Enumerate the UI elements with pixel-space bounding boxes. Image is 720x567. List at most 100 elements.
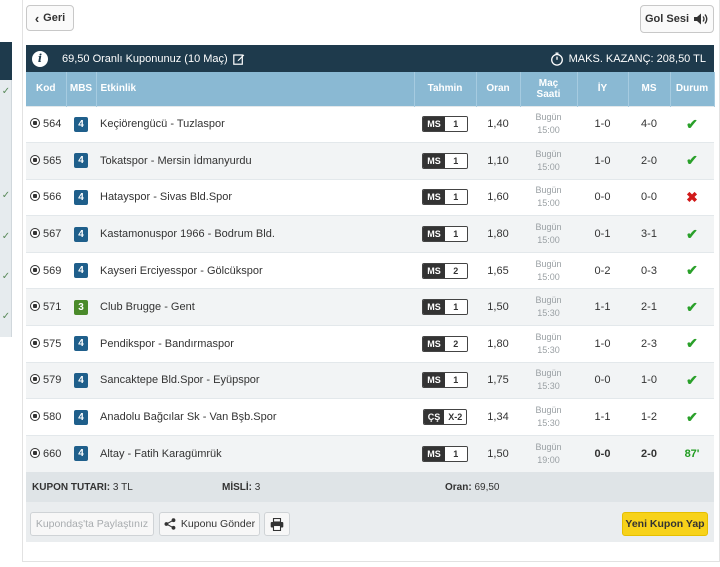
share-kupondas-label: Kupondaş'ta Paylaştınız <box>35 518 149 530</box>
cell-event[interactable]: Altay - Fatih Karagümrük <box>96 434 414 472</box>
status-check-icon: ✔ <box>686 115 698 132</box>
cell-halftime-score: 1-1 <box>577 398 628 436</box>
cell-status: 87' <box>670 434 714 472</box>
match-hour: 15:30 <box>537 418 560 429</box>
cell-tahmin: MS 1 <box>414 105 476 143</box>
bet-value: 1 <box>444 300 467 315</box>
status-cross-icon: ✖ <box>686 188 698 205</box>
edit-icon[interactable] <box>232 53 245 65</box>
bet-type: MS <box>423 190 445 205</box>
info-icon[interactable]: i <box>32 50 48 67</box>
cell-fulltime-score: 1-0 <box>628 361 670 399</box>
side-panel-tab[interactable] <box>0 42 12 80</box>
cell-mbs: 4 <box>66 251 96 289</box>
col-event: Etkinlik <box>96 72 415 106</box>
football-icon <box>30 264 40 275</box>
cell-odds: 1,50 <box>476 288 520 326</box>
match-day: Bugün <box>535 185 562 196</box>
cell-fulltime-score: 3-1 <box>628 215 670 253</box>
coupon-title: 69,50 Oranlı Kuponunuz (10 Maç) <box>62 52 228 65</box>
cell-odds: 1,80 <box>476 325 520 363</box>
bet-type: MS <box>423 263 445 278</box>
cell-mbs: 4 <box>66 105 96 143</box>
cell-event[interactable]: Keçiörengücü - Tuzlaspor <box>96 105 414 143</box>
match-code: 660 <box>43 447 62 460</box>
col-iy: İY <box>577 72 629 106</box>
cell-event[interactable]: Tokatspor - Mersin İdmanyurdu <box>96 142 414 180</box>
table-row: 580 4 Anadolu Bağcılar Sk - Van Bşb.Spor ÇŞ… <box>26 398 714 436</box>
match-day: Bugün <box>535 405 562 416</box>
back-button[interactable]: ‹ Geri <box>26 5 74 31</box>
cell-tahmin: MS 2 <box>414 251 476 289</box>
coupon-summary: KUPON TUTARI: 3 TL MİSLİ: 3 Oran: 69,50 <box>26 472 714 502</box>
cell-odds: 1,75 <box>476 361 520 399</box>
match-code: 567 <box>43 228 62 241</box>
football-icon <box>30 228 40 239</box>
cell-event[interactable]: Sancaktepe Bld.Spor - Eyüpspor <box>96 361 414 399</box>
col-mbs: MBS <box>66 72 97 106</box>
cell-mbs: 4 <box>66 325 96 363</box>
match-hour: 15:00 <box>537 161 560 172</box>
bet-type: MS <box>423 336 445 351</box>
match-code: 564 <box>43 118 62 131</box>
cell-code: 567 <box>26 215 66 253</box>
bet-value: 1 <box>444 117 467 132</box>
mbs-badge: 4 <box>74 263 88 279</box>
mbs-badge: 4 <box>74 446 88 462</box>
bet-chip: MS 2 <box>422 262 468 279</box>
coupon-footer: Kupondaş'ta Paylaştınız Kuponu Gönder Ye… <box>26 502 714 542</box>
cell-event[interactable]: Pendikspor - Bandırmaspor <box>96 325 414 363</box>
bet-type: MS <box>423 446 445 461</box>
cell-event[interactable]: Club Brugge - Gent <box>96 288 414 326</box>
col-code: Kod <box>26 72 67 106</box>
print-button[interactable] <box>264 512 290 536</box>
cell-event[interactable]: Kayseri Erciyesspor - Gölcükspor <box>96 251 414 289</box>
send-coupon-button[interactable]: Kuponu Gönder <box>159 512 260 536</box>
cell-match-time: Bugün 15:00 <box>520 215 577 253</box>
bet-type: MS <box>423 300 445 315</box>
football-icon <box>30 301 40 312</box>
status-check-icon: ✔ <box>686 408 698 425</box>
match-code: 575 <box>43 337 62 350</box>
speaker-icon <box>694 13 708 25</box>
bet-value: 1 <box>444 153 467 168</box>
cell-status: ✔ <box>670 361 714 399</box>
coupon-amount: KUPON TUTARI: 3 TL <box>32 482 133 493</box>
cell-tahmin: ÇŞ X-2 <box>414 398 476 436</box>
cell-odds: 1,34 <box>476 398 520 436</box>
back-button-label: Geri <box>43 12 66 24</box>
cell-fulltime-score: 0-3 <box>628 251 670 289</box>
football-icon <box>30 447 40 458</box>
new-coupon-button[interactable]: Yeni Kupon Yap <box>622 512 708 536</box>
cell-status: ✔ <box>670 398 714 436</box>
share-kupondas-button[interactable]: Kupondaş'ta Paylaştınız <box>30 512 154 536</box>
cell-status: ✔ <box>670 325 714 363</box>
table-row: 660 4 Altay - Fatih Karagümrük MS 1 1,50 Bugün… <box>26 434 714 472</box>
cell-code: 566 <box>26 178 66 216</box>
coupon-table: Kod MBS Etkinlik Tahmin Oran Maç Saati İY… <box>26 72 715 472</box>
match-hour: 15:30 <box>537 381 560 392</box>
col-mac-saati: Maç Saati <box>520 72 578 106</box>
col-tahmin: Tahmin <box>414 72 477 106</box>
side-panel-strip: ✓ ✓ ✓ ✓ ✓ <box>0 42 12 337</box>
table-row: 566 4 Hatayspor - Sivas Bld.Spor MS 1 1,60 Bug… <box>26 178 714 216</box>
cell-status: ✔ <box>670 288 714 326</box>
bet-chip: ÇŞ X-2 <box>422 409 468 426</box>
cell-mbs: 4 <box>66 142 96 180</box>
cell-code: 575 <box>26 325 66 363</box>
cell-event[interactable]: Kastamonuspor 1966 - Bodrum Bld. <box>96 215 414 253</box>
goal-sound-button[interactable]: Gol Sesi <box>640 5 714 33</box>
cell-match-time: Bugün 15:00 <box>520 142 577 180</box>
bet-value: 1 <box>444 446 467 461</box>
football-icon <box>30 411 40 422</box>
new-coupon-label: Yeni Kupon Yap <box>625 518 705 530</box>
status-check-icon: ✔ <box>686 152 698 169</box>
bet-type: ÇŞ <box>423 410 445 425</box>
table-header-row: Kod MBS Etkinlik Tahmin Oran Maç Saati İY… <box>26 72 715 106</box>
send-coupon-label: Kuponu Gönder <box>180 518 256 530</box>
cell-event[interactable]: Anadolu Bağcılar Sk - Van Bşb.Spor <box>96 398 414 436</box>
cell-halftime-score: 0-0 <box>577 434 628 472</box>
cell-halftime-score: 0-2 <box>577 251 628 289</box>
cell-event[interactable]: Hatayspor - Sivas Bld.Spor <box>96 178 414 216</box>
bet-value: 2 <box>444 336 467 351</box>
